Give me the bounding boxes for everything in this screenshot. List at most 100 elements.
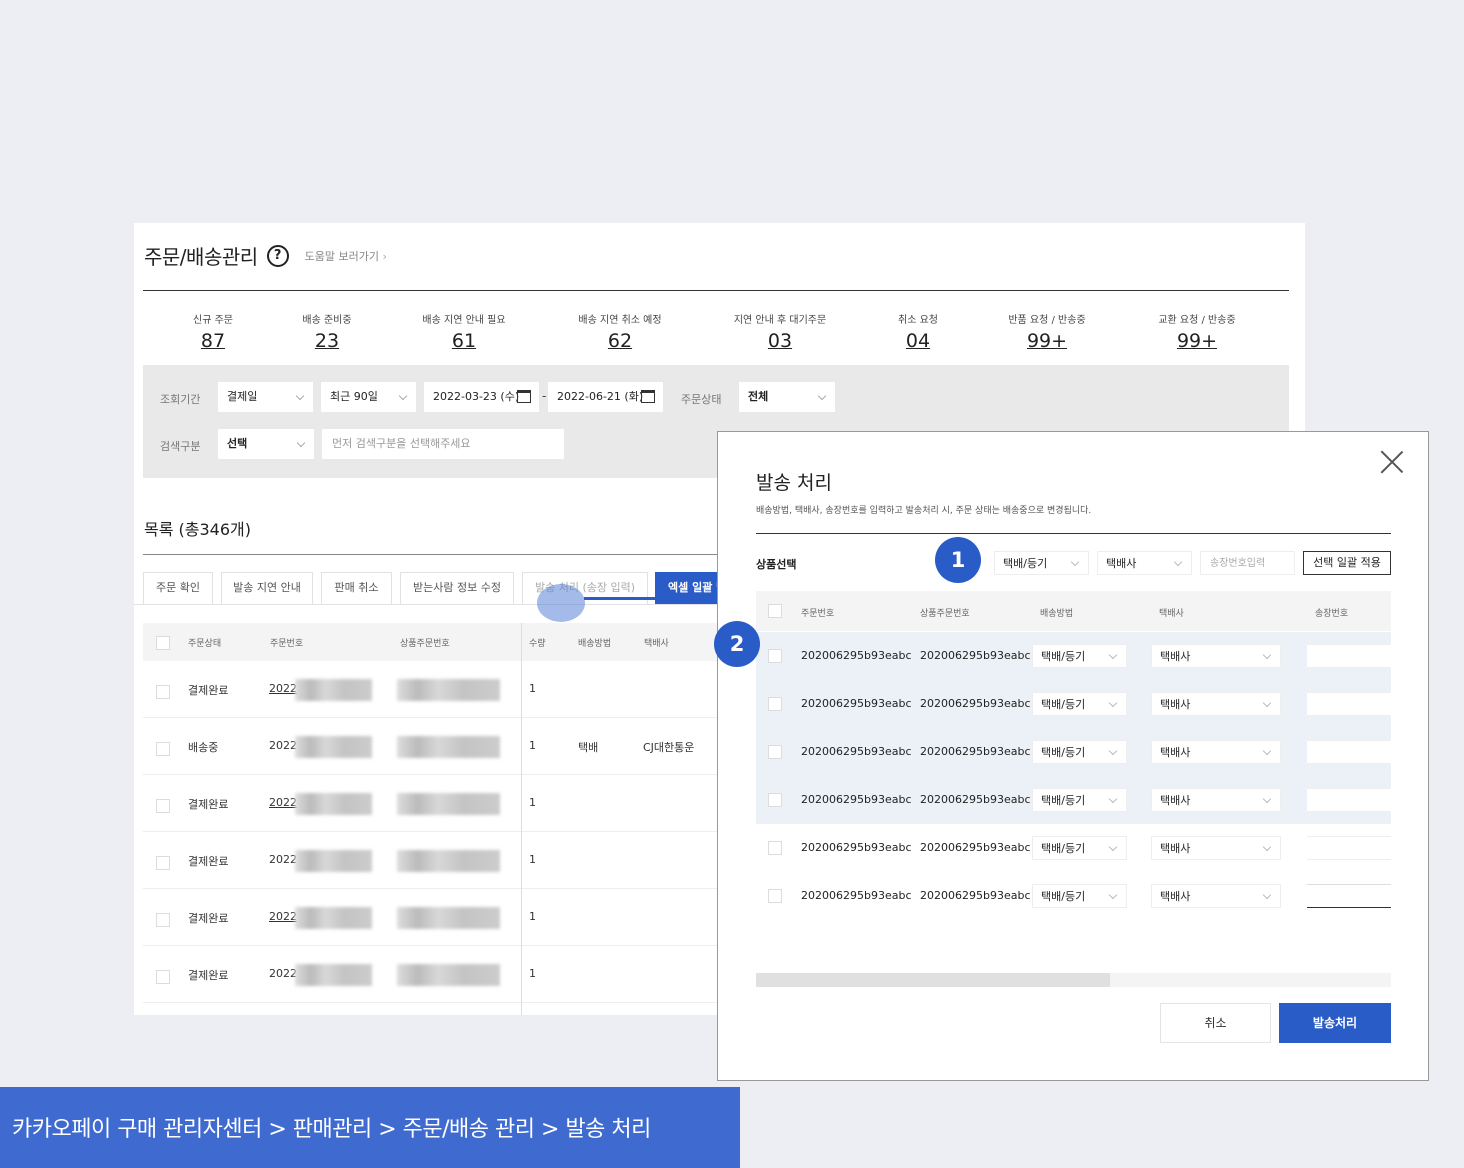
modal-row[interactable]: 202006295b93eabc 202006295b93eabc 택배/등기 …	[756, 632, 1391, 680]
row-status: 결제완료	[188, 855, 229, 868]
row-order-no[interactable]: 2022	[269, 910, 297, 923]
table-row[interactable]: 결제완료 2022 1	[143, 775, 723, 832]
period-range-select[interactable]: 최근 90일	[321, 382, 416, 412]
row-checkbox[interactable]	[768, 889, 782, 903]
stat-return[interactable]: 반품 요청 / 반송중 99+	[1008, 311, 1085, 352]
ship-submit-button[interactable]: 발송처리	[1279, 1003, 1391, 1043]
help-icon[interactable]: ?	[266, 244, 289, 267]
modal-row[interactable]: 202006295b93eabc 202006295b93eabc 택배/등기 …	[756, 824, 1391, 872]
table-row[interactable]: 결제완료 2022 1	[143, 946, 723, 1003]
row-checkbox[interactable]	[768, 697, 782, 711]
row-checkbox[interactable]	[768, 745, 782, 759]
row-invoice-input[interactable]	[1307, 884, 1391, 908]
cancel-button[interactable]: 취소	[1160, 1003, 1271, 1043]
tab-confirm-order[interactable]: 주문 확인	[143, 572, 213, 604]
period-type-select[interactable]: 결제일	[218, 382, 313, 412]
bulk-invoice-input[interactable]: 송장번호입력	[1200, 551, 1295, 575]
row-order-no[interactable]: 2022	[269, 796, 297, 809]
row-invoice-input[interactable]	[1307, 644, 1391, 668]
stat-value[interactable]: 99+	[1008, 330, 1085, 352]
stat-value[interactable]: 23	[302, 330, 351, 352]
select-all-checkbox[interactable]	[768, 604, 782, 618]
row-method-select[interactable]: 택배/등기	[1032, 692, 1127, 716]
row-method-select[interactable]: 택배/등기	[1032, 788, 1127, 812]
row-order-no[interactable]: 2022	[269, 967, 297, 980]
row-invoice-input[interactable]	[1307, 836, 1391, 860]
modal-row[interactable]: 202006295b93eabc 202006295b93eabc 택배/등기 …	[756, 872, 1391, 920]
row-method-select[interactable]: 택배/등기	[1032, 884, 1127, 908]
stat-value[interactable]: 04	[898, 330, 938, 352]
row-courier-select[interactable]: 택배사	[1151, 644, 1281, 668]
bulk-courier-select[interactable]: 택배사	[1097, 551, 1192, 575]
bulk-apply-button[interactable]: 선택 일괄 적용	[1303, 551, 1391, 575]
row-checkbox[interactable]	[768, 841, 782, 855]
stat-waiting[interactable]: 지연 안내 후 대기주문 03	[734, 311, 826, 352]
calendar-icon[interactable]	[641, 390, 655, 403]
row-order-no[interactable]: 2022	[269, 682, 297, 695]
row-courier: CJ대한통운	[643, 741, 695, 754]
date-start-input[interactable]: 2022-03-23 (수)	[424, 382, 539, 412]
calendar-icon[interactable]	[517, 390, 531, 403]
table-row[interactable]: 결제완료 2022 1	[143, 661, 723, 718]
row-invoice-input[interactable]	[1307, 692, 1391, 716]
horizontal-scrollbar[interactable]	[756, 973, 1391, 987]
row-method-select[interactable]: 택배/등기	[1032, 836, 1127, 860]
select-all-checkbox[interactable]	[156, 636, 170, 650]
stat-cancel-request[interactable]: 취소 요청 04	[898, 311, 938, 352]
row-order-no: 202006295b93eabc	[801, 889, 912, 902]
close-icon[interactable]	[1380, 450, 1404, 474]
tab-cancel-sale[interactable]: 판매 취소	[321, 572, 392, 604]
column-separator	[521, 623, 522, 1015]
row-invoice-input[interactable]	[1307, 788, 1391, 812]
stat-exchange[interactable]: 교환 요청 / 반송중 99+	[1158, 311, 1235, 352]
row-checkbox[interactable]	[156, 799, 170, 813]
scrollbar-thumb[interactable]	[756, 973, 1110, 987]
help-link[interactable]: 도움말 보러가기	[305, 248, 387, 264]
date-separator: -	[542, 389, 547, 403]
table-row[interactable]: 배송중 2022 1 택배 CJ대한통운	[143, 718, 723, 775]
stat-label: 교환 요청 / 반송중	[1158, 315, 1236, 326]
row-checkbox[interactable]	[768, 793, 782, 807]
stat-value[interactable]: 99+	[1158, 330, 1235, 352]
modal-row[interactable]: 202006295b93eabc 202006295b93eabc 택배/등기 …	[756, 728, 1391, 776]
stat-value[interactable]: 87	[193, 330, 233, 352]
stat-label: 배송 지연 안내 필요	[422, 315, 506, 326]
status-select[interactable]: 전체	[739, 382, 835, 412]
stat-value[interactable]: 03	[734, 330, 826, 352]
stat-delay-cancel[interactable]: 배송 지연 취소 예정 62	[578, 311, 661, 352]
search-keyword-input[interactable]: 먼저 검색구분을 선택해주세요	[322, 429, 564, 459]
tab-delay-notice[interactable]: 발송 지연 안내	[221, 572, 313, 604]
row-order-no[interactable]: 2022	[269, 739, 297, 752]
stat-new-order[interactable]: 신규 주문 87	[193, 311, 233, 352]
row-courier-select[interactable]: 택배사	[1151, 788, 1281, 812]
table-row[interactable]: 결제완료 2022 1	[143, 889, 723, 946]
row-courier-select[interactable]: 택배사	[1151, 836, 1281, 860]
table-header: 주문상태 주문번호 상품주문번호 수량 배송방법 택배사	[143, 623, 723, 661]
row-checkbox[interactable]	[156, 685, 170, 699]
row-method-select[interactable]: 택배/등기	[1032, 740, 1127, 764]
row-courier-select[interactable]: 택배사	[1151, 692, 1281, 716]
row-checkbox[interactable]	[156, 970, 170, 984]
row-checkbox[interactable]	[156, 913, 170, 927]
stat-value[interactable]: 62	[578, 330, 661, 352]
tab-edit-recipient[interactable]: 받는사람 정보 수정	[400, 572, 514, 604]
col-method: 배송방법	[1040, 609, 1074, 619]
table-row[interactable]: 결제완료 2022 1	[143, 832, 723, 889]
row-checkbox[interactable]	[768, 649, 782, 663]
row-order-no[interactable]: 2022	[269, 853, 297, 866]
row-courier-select[interactable]: 택배사	[1151, 884, 1281, 908]
stat-value[interactable]: 61	[422, 330, 505, 352]
row-checkbox[interactable]	[156, 742, 170, 756]
search-type-select[interactable]: 선택	[218, 429, 314, 459]
row-invoice-input[interactable]	[1307, 740, 1391, 764]
modal-row[interactable]: 202006295b93eabc 202006295b93eabc 택배/등기 …	[756, 776, 1391, 824]
modal-row[interactable]: 202006295b93eabc 202006295b93eabc 택배/등기 …	[756, 680, 1391, 728]
step-badge-1: 1	[935, 537, 981, 583]
date-end-input[interactable]: 2022-06-21 (화)	[548, 382, 663, 412]
row-method-select[interactable]: 택배/등기	[1032, 644, 1127, 668]
row-courier-select[interactable]: 택배사	[1151, 740, 1281, 764]
stat-preparing[interactable]: 배송 준비중 23	[302, 311, 351, 352]
stat-delay-notice[interactable]: 배송 지연 안내 필요 61	[422, 311, 505, 352]
row-checkbox[interactable]	[156, 856, 170, 870]
bulk-method-select[interactable]: 택배/등기	[994, 551, 1089, 575]
